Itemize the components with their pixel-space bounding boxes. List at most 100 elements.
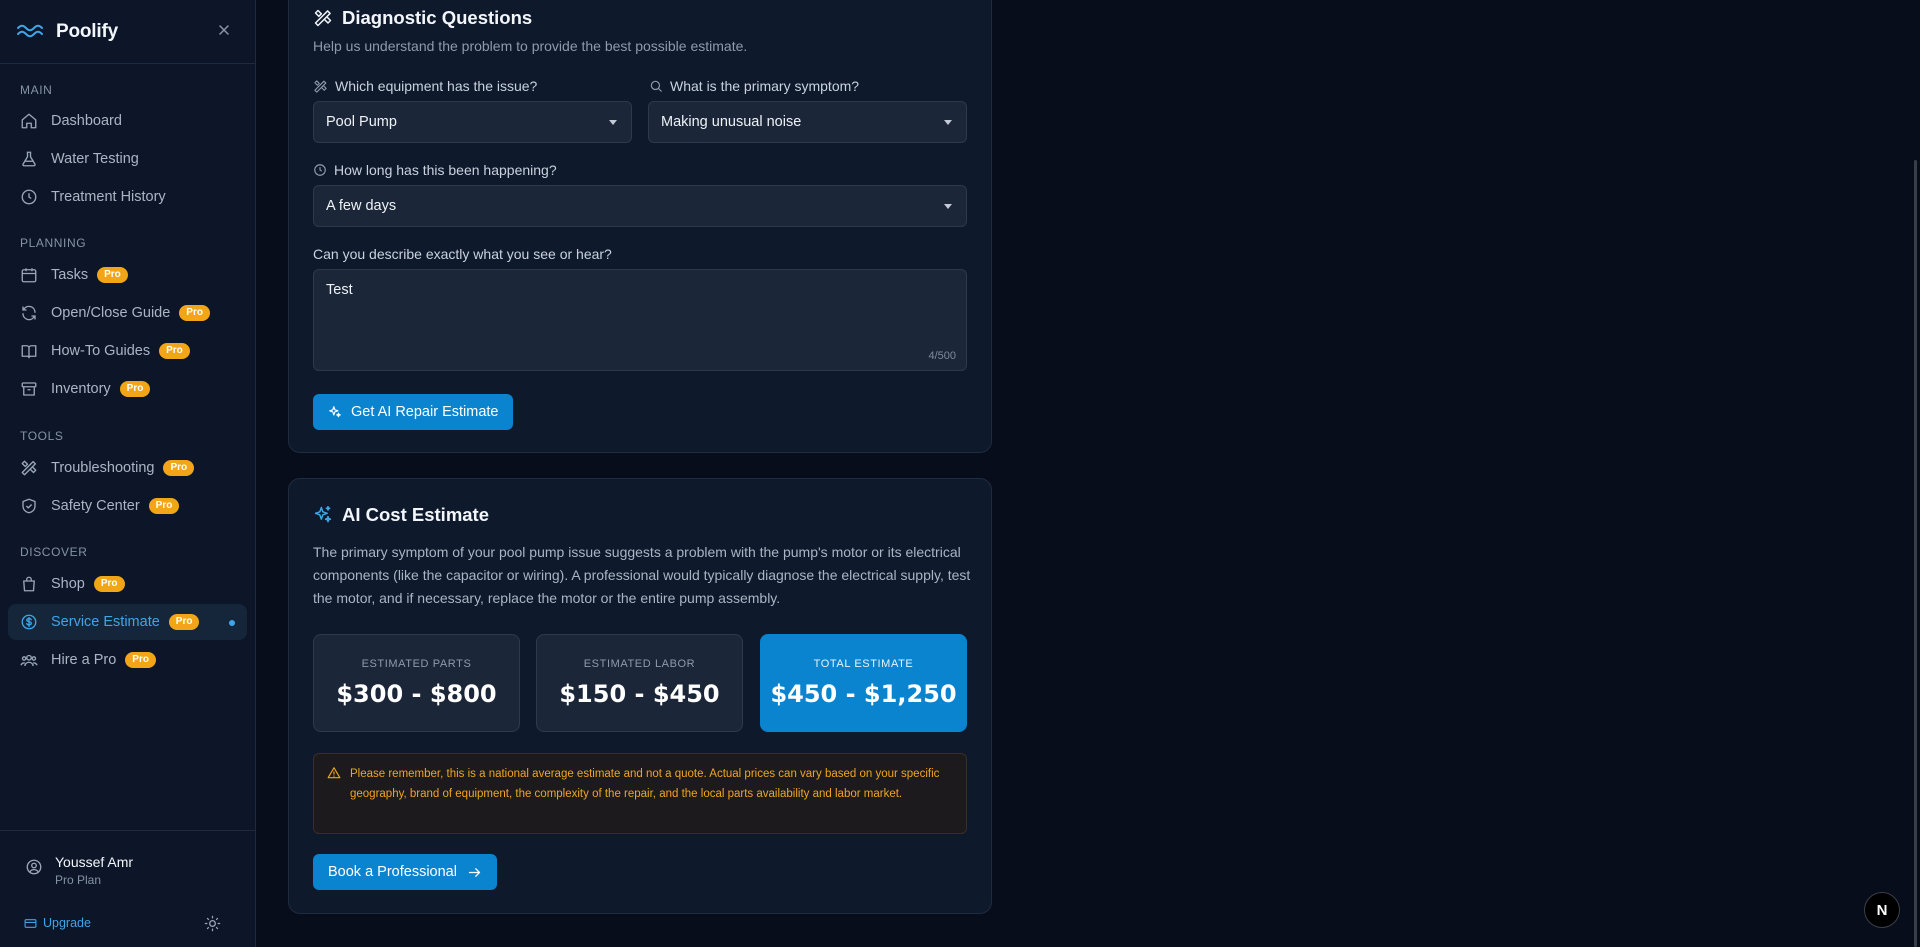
sidebar-item-service-estimate[interactable]: Service Estimate Pro bbox=[8, 604, 247, 640]
ai-cost-estimate-card: AI Cost Estimate The primary symptom of … bbox=[288, 478, 992, 914]
estimated-parts-card: ESTIMATED PARTS $300 - $800 bbox=[313, 634, 520, 732]
estimated-labor-value: $150 - $450 bbox=[559, 680, 720, 708]
sparkles-icon bbox=[313, 505, 342, 525]
sidebar-item-hire-a-pro[interactable]: Hire a Pro Pro bbox=[8, 642, 247, 678]
sidebar-item-how-to-guides[interactable]: How-To Guides Pro bbox=[8, 333, 247, 369]
sidebar-item-label: Safety Center bbox=[51, 498, 140, 514]
section-tools: TOOLS bbox=[20, 429, 64, 443]
equipment-select[interactable]: Pool Pump bbox=[313, 101, 632, 143]
describe-label: Can you describe exactly what you see or… bbox=[313, 246, 612, 262]
pro-badge: Pro bbox=[148, 498, 180, 514]
shopping-bag-icon bbox=[20, 575, 38, 593]
user-name[interactable]: Youssef Amr bbox=[55, 854, 133, 870]
sidebar-item-label: Open/Close Guide bbox=[51, 305, 171, 321]
duration-select[interactable]: A few days bbox=[313, 185, 967, 227]
sidebar-item-label: Dashboard bbox=[51, 113, 122, 129]
sidebar-item-dashboard[interactable]: Dashboard bbox=[8, 103, 247, 139]
char-counter: 4/500 bbox=[928, 350, 956, 362]
sidebar-item-label: Service Estimate bbox=[51, 614, 160, 630]
pro-badge: Pro bbox=[179, 305, 210, 321]
page-scrollbar[interactable] bbox=[1914, 160, 1917, 947]
arrow-right-icon bbox=[467, 865, 482, 880]
caret-down-icon bbox=[944, 204, 952, 209]
archive-icon bbox=[20, 380, 38, 398]
section-planning: PLANNING bbox=[20, 236, 87, 250]
describe-label-text: Can you describe exactly what you see or… bbox=[313, 246, 612, 262]
sidebar-item-label: How-To Guides bbox=[51, 343, 151, 359]
caret-down-icon bbox=[944, 120, 952, 125]
symptom-select[interactable]: Making unusual noise bbox=[648, 101, 967, 143]
estimated-parts-value: $300 - $800 bbox=[336, 680, 497, 708]
equipment-select-value: Pool Pump bbox=[326, 114, 397, 130]
estimated-parts-label: ESTIMATED PARTS bbox=[361, 658, 472, 670]
pro-badge: Pro bbox=[168, 614, 200, 630]
sidebar-item-inventory[interactable]: Inventory Pro bbox=[8, 371, 247, 407]
sidebar-item-open-close-guide[interactable]: Open/Close Guide Pro bbox=[8, 295, 247, 331]
sidebar-item-safety-center[interactable]: Safety Center Pro bbox=[8, 488, 247, 524]
book-a-professional-button[interactable]: Book a Professional bbox=[313, 854, 497, 890]
caret-down-icon bbox=[609, 120, 617, 125]
pro-badge: Pro bbox=[125, 652, 156, 668]
clock-icon bbox=[20, 188, 38, 206]
sidebar-item-label: Water Testing bbox=[51, 151, 139, 167]
sidebar-item-troubleshooting[interactable]: Troubleshooting Pro bbox=[8, 450, 247, 486]
diagnostic-subtitle: Help us understand the problem to provid… bbox=[313, 38, 748, 54]
pro-badge: Pro bbox=[119, 381, 151, 397]
tools-icon bbox=[313, 79, 335, 94]
active-indicator-dot bbox=[229, 620, 235, 626]
users-icon bbox=[20, 651, 38, 669]
describe-textarea-value: Test bbox=[326, 282, 353, 298]
estimate-description: The primary symptom of your pool pump is… bbox=[313, 544, 971, 606]
close-sidebar-icon[interactable] bbox=[218, 24, 230, 36]
estimate-title-text: AI Cost Estimate bbox=[342, 504, 490, 525]
sidebar-item-tasks[interactable]: Tasks Pro bbox=[8, 257, 247, 293]
brand-header: Poolify bbox=[0, 0, 255, 64]
total-estimate-card: TOTAL ESTIMATE $450 - $1,250 bbox=[760, 634, 967, 732]
sidebar-item-label: Shop bbox=[51, 576, 85, 592]
pro-badge: Pro bbox=[93, 576, 125, 592]
diagnostic-title: Diagnostic Questions bbox=[313, 7, 532, 29]
sidebar-item-label: Inventory bbox=[51, 381, 111, 397]
home-icon bbox=[20, 112, 38, 130]
search-icon bbox=[649, 79, 670, 93]
dev-tools-badge[interactable]: N bbox=[1864, 892, 1900, 928]
pro-badge: Pro bbox=[163, 460, 195, 476]
sun-icon[interactable] bbox=[204, 915, 221, 932]
sidebar-item-label: Tasks bbox=[51, 267, 89, 283]
equipment-label: Which equipment has the issue? bbox=[313, 78, 537, 94]
sidebar-item-water-testing[interactable]: Water Testing bbox=[8, 141, 247, 177]
symptom-select-value: Making unusual noise bbox=[661, 114, 802, 130]
refresh-icon bbox=[20, 304, 38, 322]
symptom-label-text: What is the primary symptom? bbox=[670, 78, 860, 94]
brand-name[interactable]: Poolify bbox=[56, 21, 118, 43]
sidebar: Poolify MAIN Dashboard Water Testing Tre… bbox=[0, 0, 256, 947]
user-plan: Pro Plan bbox=[55, 873, 102, 887]
diagnostic-questions-card: Diagnostic Questions Help us understand … bbox=[288, 0, 992, 453]
sidebar-item-shop[interactable]: Shop Pro bbox=[8, 566, 247, 602]
total-estimate-value: $450 - $1,250 bbox=[770, 680, 957, 708]
duration-label-text: How long has this been happening? bbox=[334, 162, 557, 178]
upgrade-label: Upgrade bbox=[43, 916, 91, 930]
pro-badge: Pro bbox=[97, 267, 128, 283]
sidebar-item-treatment-history[interactable]: Treatment History bbox=[8, 179, 247, 215]
tools-icon bbox=[20, 459, 38, 477]
duration-select-value: A few days bbox=[326, 198, 397, 214]
estimated-labor-label: ESTIMATED LABOR bbox=[583, 658, 696, 670]
get-ai-repair-estimate-label: Get AI Repair Estimate bbox=[351, 404, 499, 420]
shield-check-icon bbox=[20, 497, 38, 515]
upgrade-link[interactable]: Upgrade bbox=[24, 916, 91, 930]
total-estimate-label: TOTAL ESTIMATE bbox=[813, 658, 914, 670]
sidebar-item-label: Hire a Pro bbox=[51, 652, 117, 668]
equipment-label-text: Which equipment has the issue? bbox=[335, 78, 538, 94]
get-ai-repair-estimate-button[interactable]: Get AI Repair Estimate bbox=[313, 394, 514, 430]
warning-triangle-icon bbox=[327, 766, 341, 780]
describe-textarea[interactable]: Test 4/500 bbox=[313, 269, 967, 371]
section-discover: DISCOVER bbox=[20, 545, 88, 559]
diagnostic-title-text: Diagnostic Questions bbox=[342, 7, 533, 28]
book-a-professional-label: Book a Professional bbox=[328, 864, 457, 880]
clock-icon bbox=[313, 163, 334, 177]
dollar-circle-icon bbox=[20, 613, 38, 631]
estimate-title: AI Cost Estimate bbox=[313, 504, 489, 526]
sidebar-item-label: Troubleshooting bbox=[51, 460, 155, 476]
disclaimer-text: Please remember, this is a national aver… bbox=[350, 768, 940, 800]
